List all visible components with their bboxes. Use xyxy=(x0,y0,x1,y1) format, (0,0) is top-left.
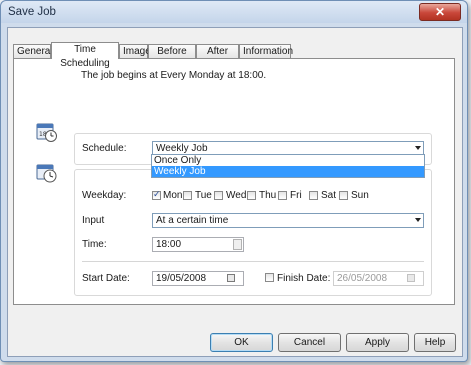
calendar-icon xyxy=(407,274,415,282)
start-date-label: Start Date: xyxy=(82,273,130,284)
finish-date-value: 26/05/2008 xyxy=(337,273,388,284)
weekday-label: Weekday: xyxy=(82,190,127,201)
clock-icon xyxy=(36,164,57,183)
weekday-sat-label: Sat xyxy=(321,190,337,201)
weekday-mon-checkbox[interactable] xyxy=(152,189,161,200)
weekday-mon-label: Mon xyxy=(163,190,183,201)
input-combo[interactable]: At a certain time xyxy=(152,213,424,228)
chevron-down-icon xyxy=(415,218,421,222)
cancel-button[interactable]: Cancel xyxy=(278,333,341,352)
weekday-thu-label: Thu xyxy=(259,190,277,201)
schedule-label: Schedule: xyxy=(82,143,127,154)
input-label: Input xyxy=(82,215,105,226)
finish-date-input[interactable]: 26/05/2008 xyxy=(333,271,424,286)
help-button[interactable]: Help xyxy=(414,333,456,352)
input-selected: At a certain time xyxy=(156,215,229,226)
time-value: 18:00 xyxy=(156,239,182,250)
schedule-summary: The job begins at Every Monday at 18:00. xyxy=(81,70,267,81)
tab-image[interactable]: Image xyxy=(119,44,151,58)
close-icon: ✕ xyxy=(434,5,446,19)
close-button[interactable]: ✕ xyxy=(419,3,461,21)
chevron-down-icon xyxy=(415,146,421,150)
weekday-sun-checkbox[interactable] xyxy=(339,191,348,200)
time-label: Time: xyxy=(82,239,107,250)
schedule-selected: Weekly Job xyxy=(156,143,208,154)
apply-button[interactable]: Apply xyxy=(346,333,409,352)
weekday-wed-checkbox[interactable] xyxy=(214,191,223,200)
time-spinner[interactable] xyxy=(233,239,242,250)
details-group: Weekday: Mon Tue Wed Thu Fri Sat Sun Inp… xyxy=(74,169,432,296)
finish-date-checkbox[interactable] xyxy=(265,273,274,282)
start-date-value: 19/05/2008 xyxy=(156,273,207,284)
schedule-option-once-only[interactable]: Once Only xyxy=(152,155,424,166)
weekday-fri-checkbox[interactable] xyxy=(278,191,287,200)
calendar-icon[interactable] xyxy=(227,274,235,282)
weekday-sun-label: Sun xyxy=(351,190,369,201)
weekday-wed-label: Wed xyxy=(226,190,247,201)
divider xyxy=(82,261,424,262)
weekday-thu-checkbox[interactable] xyxy=(247,191,256,200)
ok-button[interactable]: OK xyxy=(210,333,273,352)
tab-before-job[interactable]: Before Job xyxy=(148,44,196,71)
weekday-fri-label: Fri xyxy=(290,190,302,201)
weekday-tue-checkbox[interactable] xyxy=(183,191,192,200)
start-date-input[interactable]: 19/05/2008 xyxy=(152,271,244,286)
weekday-tue-label: Tue xyxy=(195,190,212,201)
schedule-dropdown-list: Once Only Weekly Job xyxy=(151,154,425,178)
tab-time-scheduling[interactable]: Time Scheduling xyxy=(51,42,119,69)
schedule-option-weekly-job[interactable]: Weekly Job xyxy=(152,166,424,177)
dialog-client: General Time Scheduling Image Before Job… xyxy=(7,27,463,357)
title-bar[interactable]: Save Job ✕ xyxy=(1,1,467,23)
tab-after-job[interactable]: After Job xyxy=(196,44,239,71)
window-title: Save Job xyxy=(8,6,56,18)
time-input[interactable]: 18:00 xyxy=(152,237,244,252)
finish-date-label: Finish Date: xyxy=(277,273,331,284)
weekday-sat-checkbox[interactable] xyxy=(309,191,318,200)
tab-general[interactable]: General xyxy=(13,44,53,58)
save-job-dialog: Save Job ✕ General Time Scheduling Image… xyxy=(0,0,468,362)
time-scheduling-panel: The job begins at Every Monday at 18:00.… xyxy=(13,58,455,305)
calendar-clock-icon: 18 xyxy=(36,123,57,142)
tab-information[interactable]: Information xyxy=(239,44,293,58)
